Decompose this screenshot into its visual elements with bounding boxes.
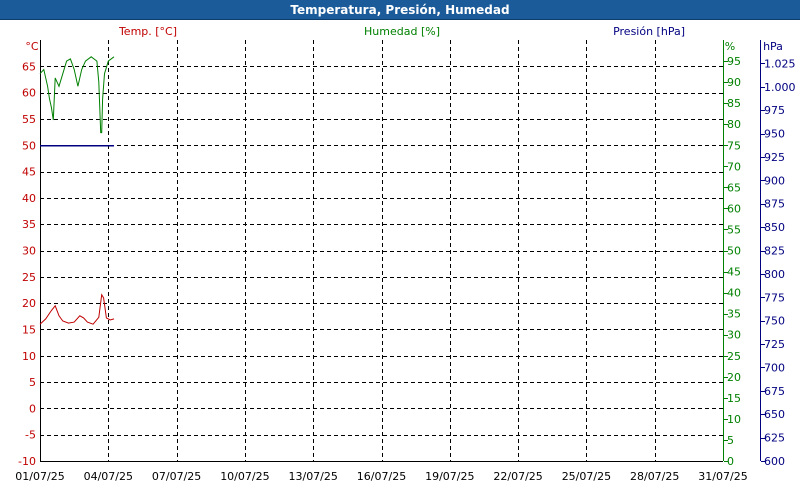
pressure-tick-label: 700 (764, 361, 785, 374)
x-tick-label: 22/07/25 (493, 470, 542, 483)
pressure-tick-label: 625 (764, 432, 785, 445)
temp-tick-label: 20 (22, 297, 36, 310)
temp-tick-label: 60 (22, 87, 36, 100)
series-label-temp: Temp. [°C] (118, 25, 177, 38)
temp-tick-label: 0 (29, 402, 36, 415)
temp-tick-label: 55 (22, 113, 36, 126)
pressure-tick-label: 950 (764, 128, 785, 141)
humidity-tick-label: 40 (727, 287, 741, 300)
x-tick-label: 25/07/25 (562, 470, 611, 483)
humidity-tick-label: 25 (727, 350, 741, 363)
humidity-tick-label: 5 (727, 434, 734, 447)
temp-tick-label: 25 (22, 271, 36, 284)
humidity-tick-label: 85 (727, 97, 741, 110)
pressure-tick-label: 675 (764, 385, 785, 398)
humidity-tick-label: 80 (727, 118, 741, 131)
x-tick-label: 04/07/25 (84, 470, 133, 483)
temp-tick-label: 40 (22, 192, 36, 205)
humidity-axis-unit: % (725, 40, 735, 53)
humidity-tick-label: 65 (727, 181, 741, 194)
x-tick-label: 31/07/25 (698, 470, 747, 483)
pressure-tick-label: 925 (764, 151, 785, 164)
x-tick-label: 10/07/25 (220, 470, 269, 483)
humidity-tick-label: 90 (727, 76, 741, 89)
chart: Temp. [°C] Humedad [%] Presión [hPa] °C% hPa… (15, 25, 796, 483)
humidity-tick-label: 10 (727, 413, 741, 426)
humidity-tick-label: 75 (727, 139, 741, 152)
pressure-tick-label: 850 (764, 221, 785, 234)
pressure-tick-label: 600 (764, 455, 785, 468)
humidity-tick-label: 45 (727, 266, 741, 279)
plot-area (40, 40, 723, 461)
humidity-tick-label: 60 (727, 202, 741, 215)
humidity-tick-label: 95 (727, 55, 741, 68)
series-label-pressure: Presión [hPa] (613, 25, 685, 38)
temp-tick-label: -5 (25, 429, 36, 442)
pressure-axis-unit: hPa (763, 40, 783, 53)
humidity-tick-label: 55 (727, 223, 741, 236)
pressure-tick-label: 750 (764, 315, 785, 328)
temp-tick-label: -10 (18, 455, 36, 468)
humidity-tick-label: 35 (727, 308, 741, 321)
x-tick-label: 16/07/25 (357, 470, 406, 483)
pressure-tick-label: 825 (764, 245, 785, 258)
x-tick-label: 19/07/25 (425, 470, 474, 483)
pressure-tick-label: 725 (764, 338, 785, 351)
temp-tick-label: 30 (22, 245, 36, 258)
humidity-tick-label: 15 (727, 392, 741, 405)
pressure-tick-label: 975 (764, 104, 785, 117)
temp-tick-label: 15 (22, 323, 36, 336)
pressure-tick-label: 1.025 (764, 57, 796, 70)
humidity-tick-label: 20 (727, 371, 741, 384)
temp-axis-unit: °C (25, 40, 39, 53)
x-tick-label: 07/07/25 (152, 470, 201, 483)
pressure-tick-label: 775 (764, 291, 785, 304)
temp-tick-label: 45 (22, 166, 36, 179)
temp-tick-label: 5 (29, 376, 36, 389)
pressure-tick-label: 650 (764, 408, 785, 421)
x-tick-label: 13/07/25 (288, 470, 337, 483)
pressure-tick-label: 900 (764, 174, 785, 187)
pressure-tick-label: 875 (764, 198, 785, 211)
temp-tick-label: 65 (22, 60, 36, 73)
pressure-tick-label: 1.000 (764, 81, 796, 94)
temp-tick-label: 35 (22, 218, 36, 231)
x-tick-label: 28/07/25 (630, 470, 679, 483)
temp-tick-label: 50 (22, 139, 36, 152)
humidity-tick-label: 0 (727, 455, 734, 468)
x-tick-label: 01/07/25 (15, 470, 64, 483)
humidity-tick-label: 50 (727, 245, 741, 258)
pressure-tick-label: 800 (764, 268, 785, 281)
humidity-tick-label: 30 (727, 329, 741, 342)
temp-tick-label: 10 (22, 350, 36, 363)
humidity-tick-label: 70 (727, 160, 741, 173)
series-label-humidity: Humedad [%] (364, 25, 440, 38)
